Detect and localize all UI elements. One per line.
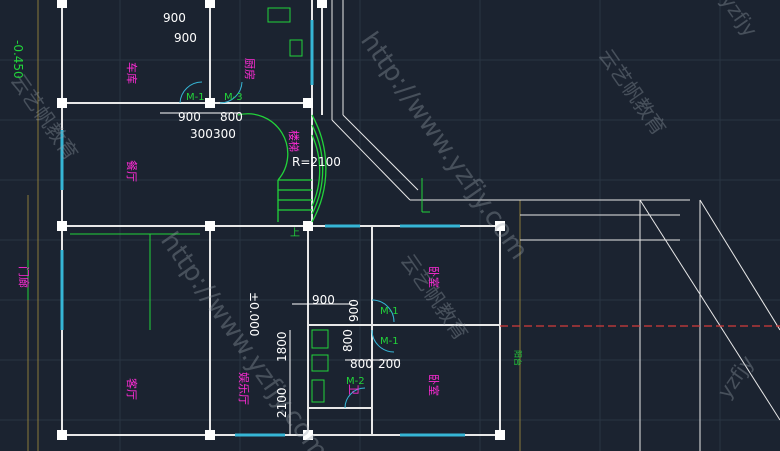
door-m1c: M-1 (380, 336, 399, 347)
labels-layer: http://www.yzfjy.com http://www.yzfjy.co… (6, 0, 763, 451)
watermark-url-2: http://www.yzfjy.com (154, 227, 334, 451)
dim-300-a: 300 (190, 127, 213, 141)
dim-800-lower: 800 (350, 357, 373, 371)
room-garage: 车库 (125, 62, 139, 84)
watermark-brand: 云艺帆教育 (594, 44, 671, 140)
dim-300-b: 300 (213, 127, 236, 141)
door-m3: M-3 (224, 92, 243, 103)
dim-200-lower: 200 (378, 357, 401, 371)
dim-900-top-2: 900 (174, 31, 197, 45)
level-zero: ±0.000 (247, 292, 261, 336)
dim-900-lower-vertical: 900 (347, 299, 361, 322)
dim-900-lower: 900 (312, 293, 335, 307)
dim-900-top: 900 (163, 11, 186, 25)
dim-1800: 1800 (275, 331, 289, 362)
room-living: 客厅 (125, 378, 139, 400)
balcony-note: 阳台 (513, 350, 523, 366)
up-label: 上 (290, 227, 300, 239)
watermark-corner: yzfjy (716, 0, 763, 41)
watermark-brand-3: 云艺帆教育 (6, 69, 83, 165)
room-bedroom-lower: 卧室 (427, 374, 441, 396)
dim-800-mid: 800 (220, 110, 243, 124)
level-minus: -0.450 (11, 40, 25, 79)
dim-2100: 2100 (275, 387, 289, 418)
dim-900-mid: 900 (178, 110, 201, 124)
room-dining: 餐厅 (125, 160, 139, 182)
room-kitchen: 厨房 (243, 58, 256, 80)
door-m2: M-2 (346, 376, 365, 387)
dim-800-vertical: 800 (341, 329, 355, 352)
door-m1b: M-1 (380, 306, 399, 317)
watermark-url: http://www.yzfjy.com (354, 27, 534, 266)
watermark-corner-2: yzfjy (712, 351, 759, 403)
cad-floor-plan: http://www.yzfjy.com http://www.yzfjy.co… (0, 0, 780, 451)
room-bedroom-upper: 卧室 (427, 266, 441, 288)
door-m1: M-1 (186, 92, 205, 103)
room-stair: 楼梯 (287, 130, 301, 152)
stair-radius: R=2100 (292, 155, 341, 169)
watermark-brand-2: 云艺帆教育 (396, 249, 473, 345)
room-entertainment: 娱乐厅 (237, 372, 251, 405)
entry-label: 门廊 (17, 266, 31, 288)
